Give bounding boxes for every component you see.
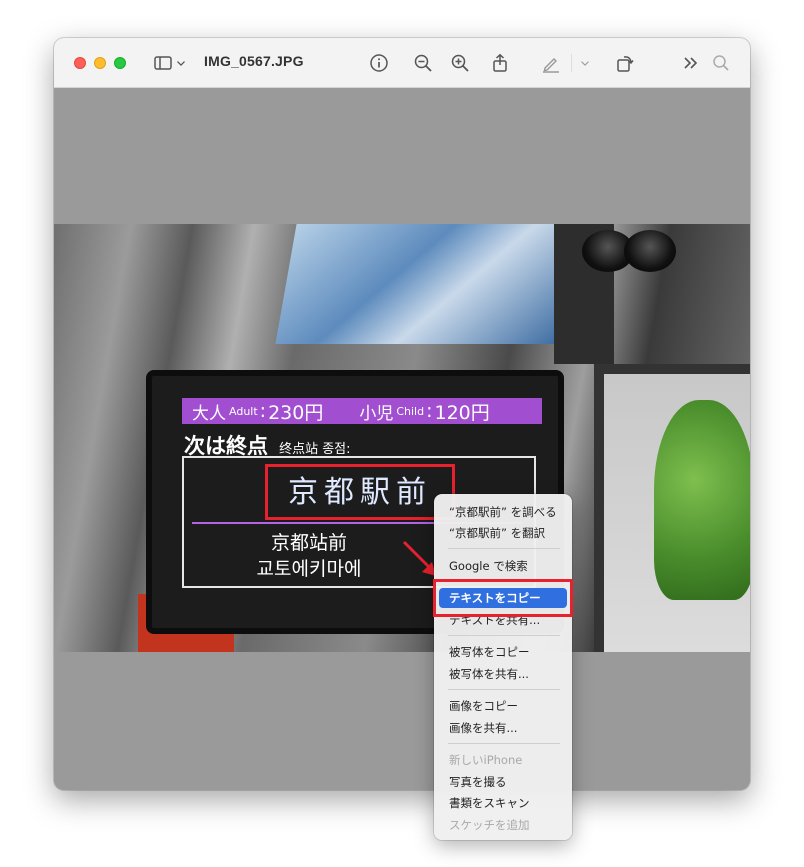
destination-chinese: 京都站前	[270, 532, 347, 554]
fare-child-ja: 小児	[359, 403, 394, 424]
zoom-in-icon[interactable]	[449, 52, 471, 74]
minimize-button[interactable]	[94, 57, 106, 69]
info-icon[interactable]	[368, 52, 390, 74]
photo-image: 大人 Adult : 230円 小児 Child : 120円 次は終点 终点站…	[54, 224, 750, 652]
window-title: IMG_0567.JPG	[204, 53, 304, 69]
menu-item-add-sketch: スケッチを追加	[449, 818, 530, 832]
toolbar-separator	[571, 54, 572, 72]
menu-item-copy-subject[interactable]: 被写体をコピー	[439, 642, 567, 662]
fare-adult-ja: 大人	[192, 403, 226, 424]
menu-separator	[448, 743, 560, 744]
more-icon[interactable]	[680, 52, 702, 74]
fare-child-price: 120円	[434, 401, 490, 424]
fare-adult-price: 230円	[268, 401, 324, 424]
text-selection-highlight	[265, 464, 455, 520]
share-icon[interactable]	[489, 52, 511, 74]
menu-item-share-subject[interactable]: 被写体を共有...	[439, 664, 567, 684]
menu-item-take-photo[interactable]: 写真を撮る	[439, 772, 567, 792]
tree	[654, 400, 750, 600]
menu-item-translate[interactable]: “京都駅前” を翻訳	[439, 523, 567, 543]
menu-selection-highlight	[433, 579, 573, 617]
destination-korean: 교토에키마에	[256, 558, 362, 580]
chevron-down-icon[interactable]	[578, 52, 592, 74]
menu-separator	[448, 548, 560, 549]
context-menu: “京都駅前” を調べる “京都駅前” を翻訳 Google で検索 テキストをコ…	[434, 494, 572, 840]
fare-adult-en: Adult	[229, 404, 258, 418]
menu-item-google-search[interactable]: Google で検索	[439, 556, 567, 576]
title-bar: IMG_0567.JPG	[54, 38, 750, 88]
preview-window: IMG_0567.JPG 大人 Adult: 230円 小児 Child: …	[54, 38, 750, 790]
search-icon[interactable]	[710, 52, 732, 74]
menu-separator	[448, 635, 560, 636]
zoom-button[interactable]	[114, 57, 126, 69]
terminal-label: 终点站 종점:	[279, 442, 351, 457]
menu-header-iphone: 新しいiPhone	[449, 753, 523, 767]
next-stop-label: 次は終点	[184, 434, 268, 458]
fare-child-en: Child	[396, 404, 425, 418]
speaker	[624, 230, 676, 272]
rotate-icon[interactable]	[614, 52, 636, 74]
menu-item-share-image[interactable]: 画像を共有...	[439, 718, 567, 738]
menu-item-lookup[interactable]: “京都駅前” を調べる	[439, 502, 567, 522]
fare-bar: 大人 Adult : 230円 小児 Child : 120円	[182, 398, 542, 424]
markup-icon[interactable]	[540, 52, 562, 74]
chevron-down-icon[interactable]	[174, 52, 188, 74]
zoom-out-icon[interactable]	[412, 52, 434, 74]
close-button[interactable]	[74, 57, 86, 69]
menu-separator	[448, 689, 560, 690]
menu-item-scan-documents[interactable]: 書類をスキャン	[439, 793, 567, 813]
menu-item-copy-image[interactable]: 画像をコピー	[439, 696, 567, 716]
sidebar-icon[interactable]	[152, 52, 174, 74]
poster	[275, 224, 577, 344]
